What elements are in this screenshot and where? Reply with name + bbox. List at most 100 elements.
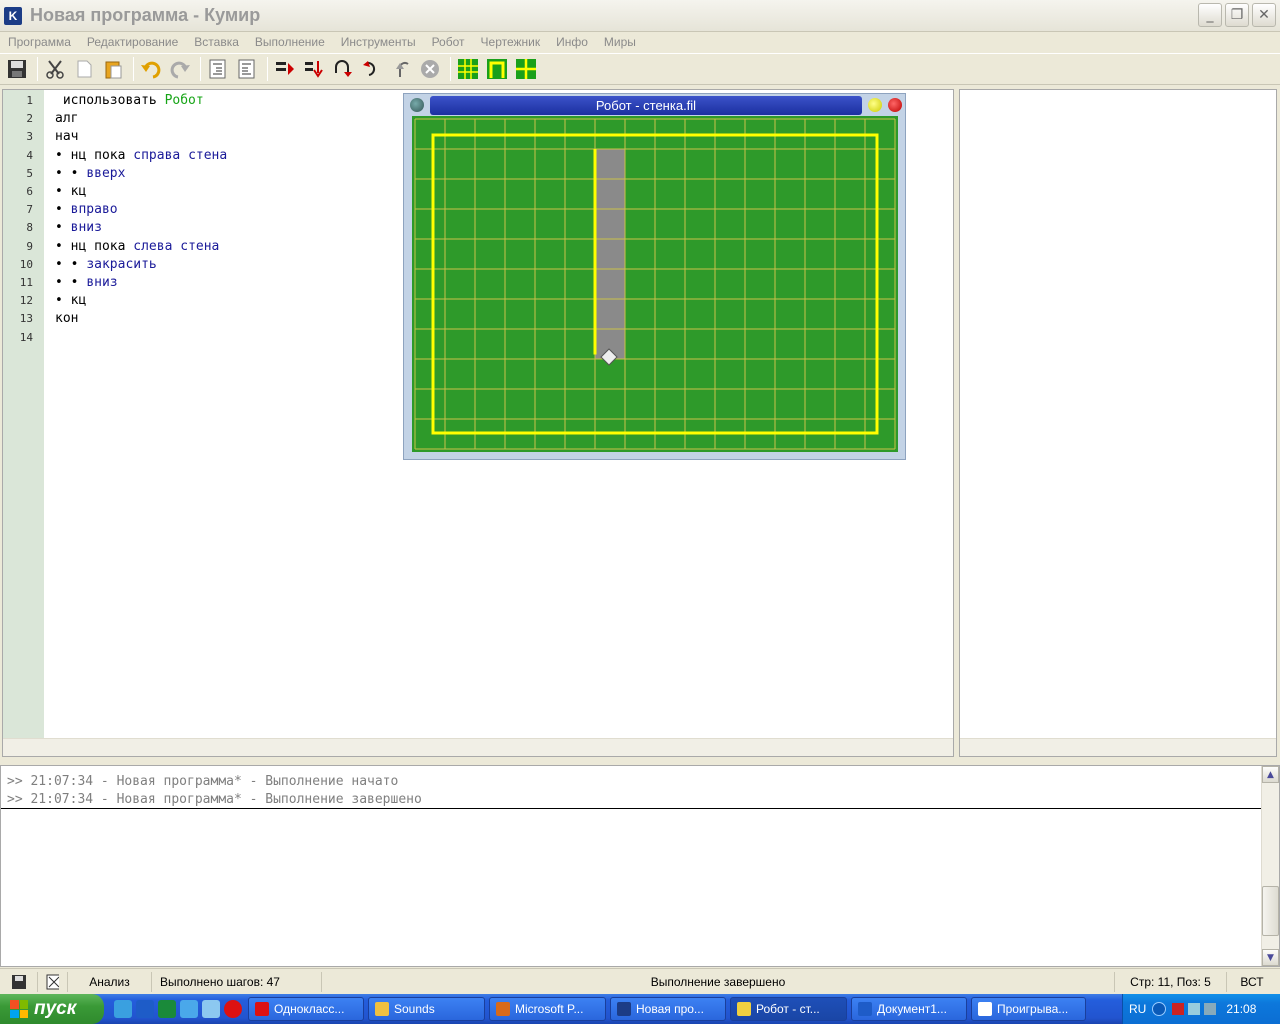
undo-icon[interactable] [138, 56, 164, 82]
code-line[interactable]: • • вверх [55, 166, 125, 181]
wall-icon[interactable] [484, 56, 510, 82]
line-number: 8 [26, 221, 33, 235]
editor-horizontal-scrollbar[interactable] [3, 738, 953, 756]
menu-item-1[interactable]: Редактирование [87, 35, 178, 49]
line-number: 5 [26, 166, 33, 180]
grid-icon[interactable] [455, 56, 481, 82]
paste-icon[interactable] [100, 56, 126, 82]
code-line[interactable]: • нц пока справа стена [55, 148, 227, 163]
field-icon[interactable] [513, 56, 539, 82]
margin-horizontal-scrollbar[interactable] [960, 738, 1276, 756]
menu-item-3[interactable]: Выполнение [255, 35, 325, 49]
code-line[interactable]: кон [55, 311, 78, 326]
clock[interactable]: 21:08 [1226, 1002, 1256, 1016]
task-app-icon [617, 1002, 631, 1016]
title-bar: K Новая программа - Кумир _ ❐ ✕ [0, 0, 1280, 32]
toolbar-separator [37, 57, 38, 81]
menu-item-5[interactable]: Робот [432, 35, 465, 49]
qip-icon[interactable] [202, 1000, 220, 1018]
taskbar-button[interactable]: Sounds [368, 997, 485, 1021]
line-number: 7 [26, 203, 33, 217]
taskbar-button[interactable]: Однокласс... [248, 997, 364, 1021]
quick-launch [114, 1000, 242, 1018]
menu-item-6[interactable]: Чертежник [481, 35, 541, 49]
taskbar-button[interactable]: Документ1... [851, 997, 967, 1021]
ie2-icon[interactable] [180, 1000, 198, 1018]
word-icon[interactable] [136, 1000, 154, 1018]
taskbar-button[interactable]: Microsoft P... [489, 997, 606, 1021]
scroll-thumb[interactable] [1262, 886, 1279, 936]
start-button[interactable]: пуск [0, 994, 104, 1024]
code-line[interactable]: нач [55, 129, 78, 144]
line-number: 12 [19, 294, 33, 308]
tray-network2-icon[interactable] [1204, 1003, 1217, 1015]
window-controls: _ ❐ ✕ [1198, 3, 1276, 27]
toolbar-separator [450, 57, 451, 81]
code-line[interactable]: • • закрасить [55, 257, 157, 272]
step-over-icon[interactable] [388, 56, 414, 82]
code-line[interactable]: • нц пока слева стена [55, 239, 219, 254]
code-line[interactable]: • кц [55, 184, 86, 199]
taskbar-button[interactable]: Робот - ст... [730, 997, 847, 1021]
run-icon[interactable] [272, 56, 298, 82]
margin-panel[interactable] [959, 89, 1277, 757]
robot-field[interactable] [412, 116, 898, 452]
unindent-icon[interactable] [234, 56, 260, 82]
menu-item-4[interactable]: Инструменты [341, 35, 416, 49]
minimize-button[interactable]: _ [1198, 3, 1222, 27]
status-insert-mode: ВСТ [1240, 974, 1264, 989]
menu-item-7[interactable]: Инфо [556, 35, 588, 49]
code-line[interactable]: • вниз [55, 220, 102, 235]
stop-icon[interactable] [417, 56, 443, 82]
scroll-up-arrow-icon[interactable]: ▲ [1262, 766, 1279, 783]
code-line[interactable]: алг [55, 111, 78, 126]
save-icon[interactable] [4, 56, 30, 82]
excel-icon[interactable] [158, 1000, 176, 1018]
step-into-icon[interactable] [330, 56, 356, 82]
save-status-icon[interactable] [0, 971, 38, 992]
step-out-icon[interactable] [359, 56, 385, 82]
indent-marker: • • [55, 275, 87, 290]
robot-window[interactable]: Робот - стенка.fil [403, 93, 906, 460]
opera-icon[interactable] [224, 1000, 242, 1018]
output-vertical-scrollbar[interactable]: ▲ ▼ [1261, 766, 1279, 966]
code-line[interactable]: • • вниз [55, 275, 118, 290]
indent-icon[interactable] [205, 56, 231, 82]
code-line[interactable]: • кц [55, 293, 86, 308]
cut-icon[interactable] [42, 56, 68, 82]
line-number: 14 [19, 330, 33, 344]
toolbar-separator [200, 57, 201, 81]
close-button[interactable]: ✕ [1252, 3, 1276, 27]
menu-item-0[interactable]: Программа [8, 35, 71, 49]
robot-window-menu-icon[interactable] [410, 98, 424, 112]
line-number: 4 [26, 148, 33, 162]
taskbar-button[interactable]: Новая про... [610, 997, 726, 1021]
close-status-icon[interactable] [38, 971, 68, 992]
kumir-app-icon[interactable]: K [4, 6, 22, 25]
task-list: Однокласс... Sounds Microsoft P... Новая пр… [248, 997, 1090, 1021]
robot-minimize-icon[interactable] [868, 98, 882, 112]
output-console[interactable]: >> 21:07:34 - Новая программа* - Выполне… [0, 765, 1280, 967]
menu-item-8[interactable]: Миры [604, 35, 636, 49]
keyword: нц пока [70, 147, 134, 163]
step-icon[interactable] [301, 56, 327, 82]
tray-app-icon[interactable] [1172, 1003, 1185, 1015]
robot-command: слева стена [133, 238, 220, 254]
ie-icon[interactable] [114, 1000, 132, 1018]
language-indicator[interactable]: RU [1129, 1002, 1146, 1016]
robot-close-icon[interactable] [888, 98, 902, 112]
indent-marker: • • [55, 165, 87, 181]
tray-collapse-icon[interactable] [1152, 1002, 1167, 1016]
code-line[interactable]: • вправо [55, 202, 118, 217]
code-line[interactable]: использовать Робот [55, 93, 204, 108]
scroll-down-arrow-icon[interactable]: ▼ [1262, 949, 1279, 966]
copy-icon[interactable] [71, 56, 97, 82]
tray-network-icon[interactable] [1188, 1003, 1201, 1015]
task-label: Робот - ст... [756, 1002, 820, 1016]
redo-icon[interactable] [167, 56, 193, 82]
line-number: 9 [26, 239, 33, 253]
taskbar-button[interactable]: Проигрыва... [971, 997, 1086, 1021]
menu-item-2[interactable]: Вставка [194, 35, 239, 49]
maximize-button[interactable]: ❐ [1225, 3, 1249, 27]
painted-cell [595, 239, 625, 269]
